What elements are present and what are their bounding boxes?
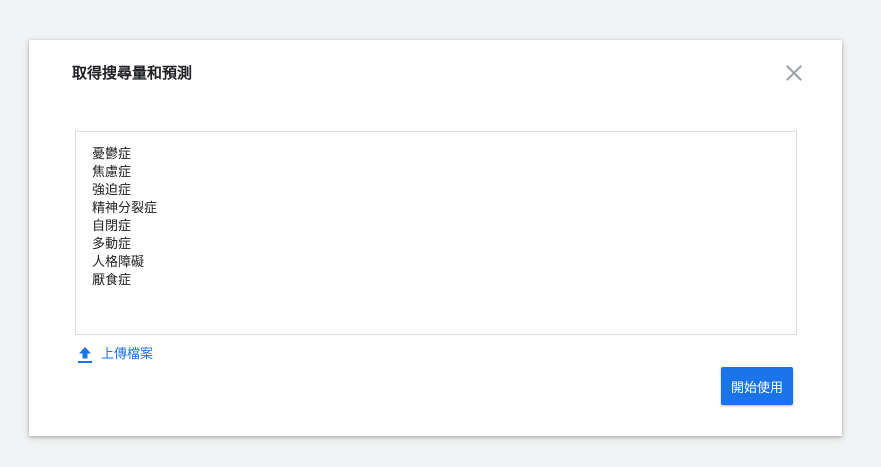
close-icon <box>782 61 806 85</box>
keyword-line: 精神分裂症 <box>92 201 158 216</box>
keyword-line: 焦慮症 <box>92 165 132 180</box>
keyword-line: 強迫症 <box>92 183 132 198</box>
dialog: 取得搜尋量和預測 憂鬱症 焦慮症 強迫症 精神分裂症 自閉症 多動症 人格障礙 … <box>29 40 842 436</box>
keyword-line: 自閉症 <box>92 219 132 234</box>
keyword-line: 人格障礙 <box>92 255 145 270</box>
keyword-line: 厭食症 <box>92 273 132 288</box>
keyword-line: 憂鬱症 <box>92 147 132 162</box>
dialog-title: 取得搜尋量和預測 <box>72 64 193 82</box>
upload-file-link[interactable]: 上傳檔案 <box>77 346 153 364</box>
upload-file-label: 上傳檔案 <box>101 347 154 362</box>
upload-icon <box>77 346 101 364</box>
start-button[interactable]: 開始使用 <box>721 367 793 405</box>
close-button[interactable] <box>782 61 806 85</box>
keywords-textarea[interactable]: 憂鬱症 焦慮症 強迫症 精神分裂症 自閉症 多動症 人格障礙 厭食症 <box>75 131 797 335</box>
keyword-line: 多動症 <box>92 237 132 252</box>
